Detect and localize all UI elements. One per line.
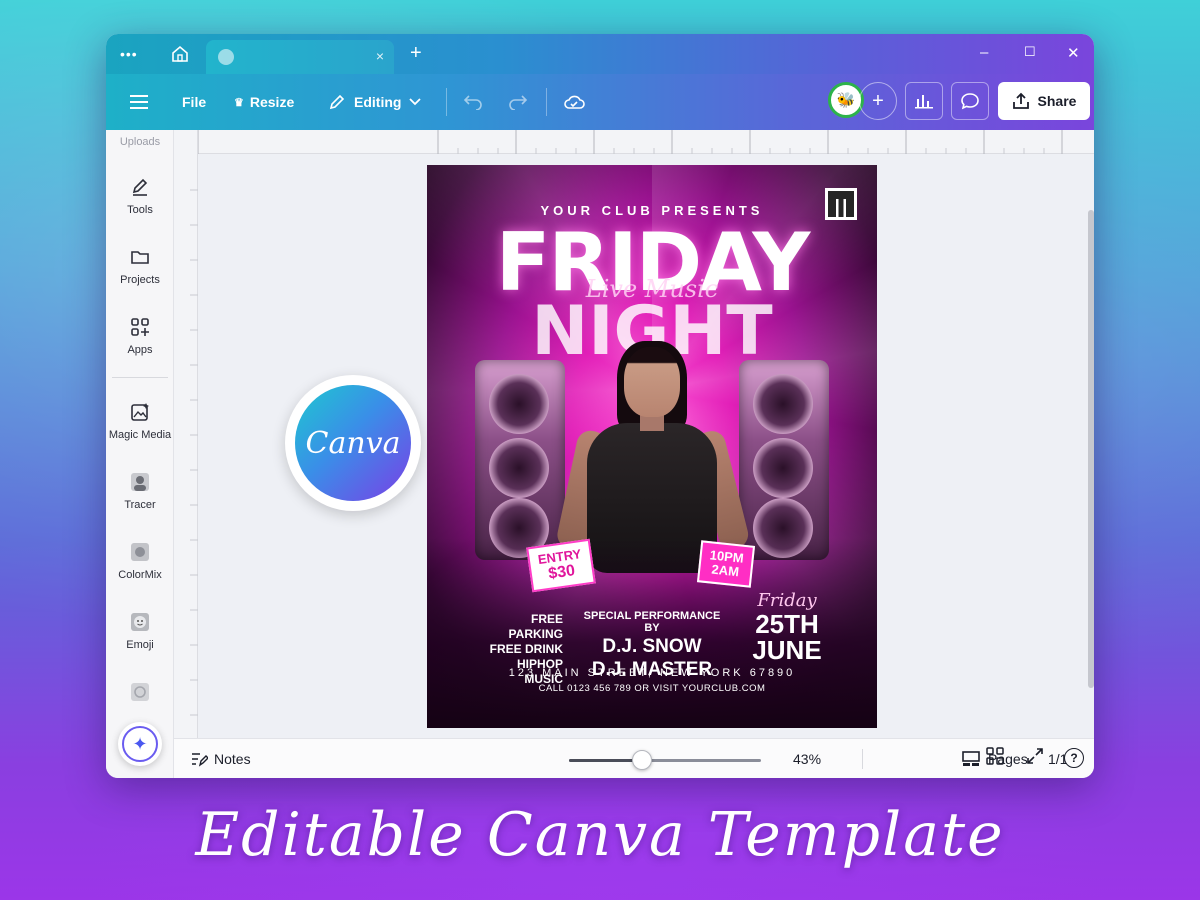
left-sidebar: Uploads Tools Projects Apps Magic Media … <box>106 130 174 778</box>
crown-icon: ♛ <box>234 96 244 109</box>
app-icon <box>131 683 149 701</box>
sidebar-item-magic-media[interactable]: Magic Media <box>106 401 174 441</box>
speaker-right <box>739 360 829 560</box>
maximize-button[interactable]: ☐ <box>1024 44 1036 60</box>
sidebar-item-label: Projects <box>120 274 160 286</box>
notes-button[interactable]: Notes <box>190 739 251 778</box>
time-tag-line2: 2AM <box>710 561 740 580</box>
notes-icon <box>192 753 208 767</box>
close-window-button[interactable]: ✕ <box>1067 44 1080 62</box>
amenity-item: FREE DRINK <box>489 642 563 656</box>
qr-code <box>825 188 857 220</box>
add-collaborator-button[interactable]: + <box>859 82 897 120</box>
bar-chart-icon <box>915 95 933 109</box>
flyer-date: Friday 25TH JUNE <box>735 590 839 663</box>
chevron-down-icon <box>409 98 422 106</box>
flyer-address: 123 MAIN STREET, NEW YORK 67890 <box>508 667 796 679</box>
toolbar-divider <box>546 88 547 116</box>
tracer-icon <box>131 473 149 491</box>
sparkle-icon: ✦ <box>122 726 158 762</box>
sidebar-item-label: Tracer <box>124 499 156 511</box>
sidebar-item-label: Tools <box>127 204 153 216</box>
minimize-button[interactable]: – <box>980 44 988 61</box>
flyer-script-live-music: Live Music <box>585 275 719 303</box>
help-icon[interactable]: ? <box>1064 748 1084 768</box>
flyer-contact: CALL 0123 456 789 OR VISIT YOURCLUB.COM <box>538 683 766 694</box>
home-icon[interactable] <box>168 44 192 64</box>
sidebar-item-label: Emoji <box>126 639 154 651</box>
flyer-design[interactable]: YOUR CLUB PRESENTS FRIDAY NIGHT Live Mus… <box>427 165 877 728</box>
tab-close-button[interactable]: × <box>376 48 384 64</box>
magic-assistant-button[interactable]: ✦ <box>118 722 162 766</box>
sidebar-item-tools[interactable]: Tools <box>106 176 174 216</box>
sidebar-item-apps[interactable]: Apps <box>106 316 174 356</box>
promo-caption: Editable Canva Template <box>195 800 1005 870</box>
sidebar-item-label: Apps <box>127 344 153 356</box>
editing-mode-dropdown[interactable]: Editing <box>328 74 422 130</box>
toolbar-divider <box>446 88 447 116</box>
sidebar-item-more[interactable] <box>106 681 174 709</box>
special-performance-label: SPECIAL PERFORMANCE BY <box>583 610 721 634</box>
bottom-bar: Notes 43% Pages 1/1 <box>174 738 1094 778</box>
undo-icon[interactable] <box>463 74 483 130</box>
comment-icon <box>961 93 979 110</box>
vertical-scrollbar[interactable] <box>1088 210 1094 688</box>
canva-logo-badge: Canva <box>285 375 421 511</box>
new-tab-button[interactable]: + <box>410 42 422 65</box>
bottom-divider <box>862 749 863 769</box>
redo-icon[interactable] <box>508 74 528 130</box>
sidebar-item-emoji[interactable]: Emoji <box>106 611 174 651</box>
title-bar: ••• × + – ☐ ✕ <box>106 34 1094 74</box>
sidebar-item-tracer[interactable]: Tracer <box>106 471 174 511</box>
date-month: JUNE <box>752 635 822 665</box>
grid-view-icon[interactable] <box>986 747 1004 770</box>
insights-button[interactable] <box>905 82 943 120</box>
zoom-slider-handle[interactable] <box>631 750 652 770</box>
resize-button[interactable]: ♛ Resize <box>234 74 294 130</box>
zoom-slider[interactable] <box>569 759 761 762</box>
dj-name: D.J. SNOW <box>602 636 702 657</box>
date-day-script: Friday <box>757 590 817 611</box>
sidebar-item-label: ColorMix <box>118 569 162 581</box>
horizontal-ruler <box>197 130 1094 154</box>
file-menu-button[interactable]: File <box>182 74 206 130</box>
sidebar-item-uploads[interactable]: Uploads <box>106 136 174 148</box>
comments-button[interactable] <box>951 82 989 120</box>
pencil-icon <box>329 94 345 110</box>
zoom-level[interactable]: 43% <box>793 739 821 778</box>
emoji-icon <box>131 613 149 631</box>
hamburger-icon[interactable] <box>130 74 148 130</box>
sidebar-item-projects[interactable]: Projects <box>106 246 174 286</box>
pencil-icon <box>132 178 148 196</box>
fullscreen-icon[interactable] <box>1026 747 1044 770</box>
canva-logo: Canva <box>295 385 411 501</box>
canva-tab-icon <box>218 49 234 65</box>
editing-label: Editing <box>354 94 402 110</box>
speaker-left <box>475 360 565 560</box>
vertical-ruler <box>174 130 198 738</box>
pages-icon <box>962 751 980 766</box>
magic-media-icon <box>131 403 149 421</box>
editor-toolbar: File ♛ Resize Editing <box>106 74 1094 130</box>
more-options-icon[interactable]: ••• <box>120 46 138 62</box>
entry-price-tag: ENTRY $30 <box>526 538 596 593</box>
sidebar-divider <box>112 377 168 378</box>
sidebar-item-colormix[interactable]: ColorMix <box>106 541 174 581</box>
tab-canva-design[interactable]: × <box>206 40 394 74</box>
cloud-saved-icon[interactable] <box>563 74 585 130</box>
colormix-icon <box>131 543 149 561</box>
share-label: Share <box>1037 93 1077 109</box>
resize-label: Resize <box>249 94 295 110</box>
date-day: 25TH <box>755 609 819 639</box>
share-button[interactable]: Share <box>998 82 1090 120</box>
upload-icon <box>1012 92 1029 109</box>
notes-label: Notes <box>214 751 251 767</box>
amenity-item: FREE PARKING <box>508 612 563 641</box>
model-face <box>624 347 680 417</box>
sidebar-item-label: Magic Media <box>108 429 172 441</box>
apps-icon <box>131 318 149 336</box>
time-tag: 10PM 2AM <box>696 540 756 588</box>
folder-icon <box>131 251 149 264</box>
